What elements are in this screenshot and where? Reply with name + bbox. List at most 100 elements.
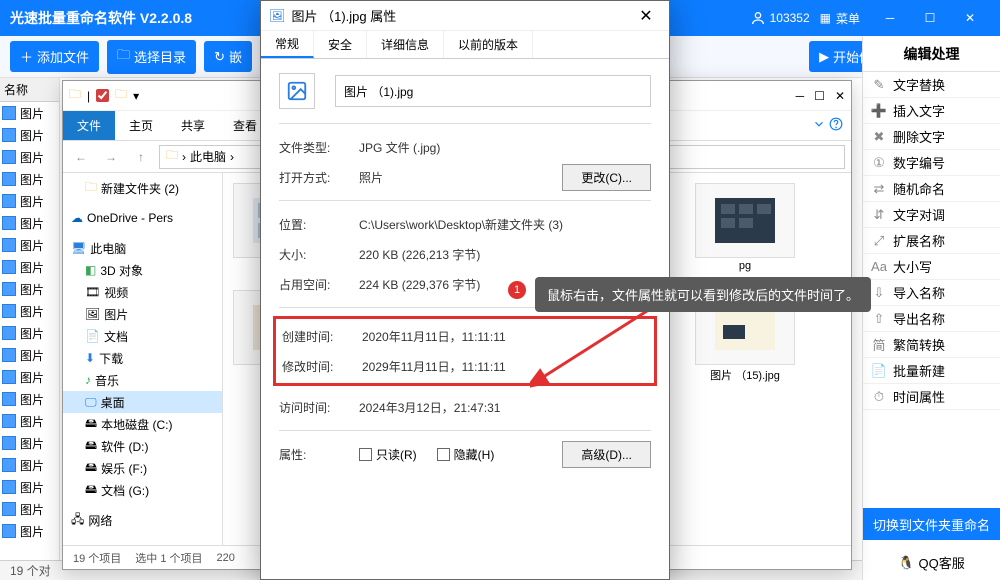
sidebar-item[interactable]: 简繁简转换 (863, 332, 1000, 358)
tab-general[interactable]: 常规 (261, 31, 314, 58)
file-list-row[interactable]: 图片 (0, 102, 59, 124)
sidebar-item[interactable]: ✖删除文字 (863, 124, 1000, 150)
tree-diskg[interactable]: 🖴文档 (G:) (63, 479, 222, 501)
readonly-checkbox[interactable]: 只读(R) (359, 446, 417, 463)
sidebar-item[interactable]: ✎文字替换 (863, 72, 1000, 98)
tree-music[interactable]: ♪音乐 (63, 369, 222, 391)
file-list-row[interactable]: 图片 (0, 278, 59, 300)
explorer-close[interactable]: ✕ (835, 89, 845, 103)
file-icon (2, 194, 16, 208)
file-name-partial: 图片 (20, 105, 44, 122)
tree-diskd[interactable]: 🖴软件 (D:) (63, 435, 222, 457)
file-list-row[interactable]: 图片 (0, 344, 59, 366)
nest-button[interactable]: ↻嵌 (204, 41, 252, 72)
file-list-row[interactable]: 图片 (0, 410, 59, 432)
close-button[interactable]: ✕ (950, 0, 990, 36)
sidebar-item-label: 随机命名 (893, 179, 945, 198)
sidebar-item[interactable]: Aa大小写 (863, 254, 1000, 280)
advanced-button[interactable]: 高级(D)... (562, 441, 651, 468)
file-name-partial: 图片 (20, 215, 44, 232)
sidebar-item[interactable]: ➕插入文字 (863, 98, 1000, 124)
tab-previous[interactable]: 以前的版本 (444, 31, 533, 58)
file-list-row[interactable]: 图片 (0, 124, 59, 146)
file-icon (2, 260, 16, 274)
file-list-row[interactable]: 图片 (0, 322, 59, 344)
switch-mode-button[interactable]: 切换到文件夹重命名 (863, 508, 1000, 540)
tree-thispc[interactable]: 🖥此电脑 (63, 237, 222, 259)
explorer-maximize[interactable]: ☐ (814, 89, 825, 103)
maximize-button[interactable]: ☐ (910, 0, 950, 36)
file-name-partial: 图片 (20, 479, 44, 496)
tree-newfolder[interactable]: 🗀新建文件夹 (2) (63, 177, 222, 199)
ribbon-tab-home[interactable]: 主页 (115, 111, 167, 140)
sidebar-item[interactable]: ①数字编号 (863, 150, 1000, 176)
filename-field[interactable]: 图片 （1).jpg (335, 75, 651, 107)
sidebar-item-label: 删除文字 (893, 127, 945, 146)
file-list-row[interactable]: 图片 (0, 476, 59, 498)
explorer-minimize[interactable]: ─ (796, 89, 805, 103)
minimize-button[interactable]: ─ (870, 0, 910, 36)
ribbon-help-icon[interactable] (812, 117, 851, 134)
sidebar-item[interactable]: ⇵文字对调 (863, 202, 1000, 228)
annotation-tooltip: 鼠标右击，文件属性就可以看到修改后的文件时间了。 (535, 277, 871, 312)
file-list-row[interactable]: 图片 (0, 520, 59, 542)
sidebar-item[interactable]: ⤢扩展名称 (863, 228, 1000, 254)
hidden-checkbox[interactable]: 隐藏(H) (437, 446, 495, 463)
file-list-row[interactable]: 图片 (0, 190, 59, 212)
tree-onedrive[interactable]: ☁ OneDrive - Pers (63, 207, 222, 229)
tab-security[interactable]: 安全 (314, 31, 367, 58)
tree-label: OneDrive - Pers (87, 211, 173, 225)
file-list-row[interactable]: 图片 (0, 146, 59, 168)
file-list-row[interactable]: 图片 (0, 432, 59, 454)
sidebar-item[interactable]: 📄批量新建 (863, 358, 1000, 384)
select-dir-button[interactable]: 🗀选择目录 (107, 40, 196, 74)
props-close-button[interactable]: ✕ (631, 6, 661, 26)
add-file-button[interactable]: ＋添加文件 (10, 41, 99, 72)
column-header-name[interactable]: 名称 (0, 78, 59, 102)
explorer-check[interactable] (96, 89, 109, 102)
sidebar-header: 编辑处理 (863, 36, 1000, 72)
props-body: 图片 （1).jpg 文件类型:JPG 文件 (.jpg) 打开方式:照片更改(… (261, 59, 669, 483)
file-list-row[interactable]: 图片 (0, 388, 59, 410)
file-list-row[interactable]: 图片 (0, 454, 59, 476)
sidebar-item[interactable]: ⇄随机命名 (863, 176, 1000, 202)
qq-service-button[interactable]: 🐧 QQ客服 (863, 553, 1000, 572)
tree-pictures[interactable]: 🖼图片 (63, 303, 222, 325)
sidebar-item[interactable]: ⇧导出名称 (863, 306, 1000, 332)
nav-fwd[interactable]: → (99, 145, 123, 169)
ribbon-tab-share[interactable]: 共享 (167, 111, 219, 140)
tree-docs[interactable]: 📄文档 (63, 325, 222, 347)
menu-button[interactable]: ▦ 菜单 (820, 10, 860, 27)
tree-video[interactable]: 🎞视频 (63, 281, 222, 303)
add-file-label: 添加文件 (37, 47, 89, 66)
file-list-row[interactable]: 图片 (0, 498, 59, 520)
user-info[interactable]: 103352 (750, 10, 810, 26)
change-button[interactable]: 更改(C)... (562, 164, 651, 191)
nav-up[interactable]: ↑ (129, 145, 153, 169)
sidebar-item[interactable]: ⏱时间属性 (863, 384, 1000, 410)
file-list-row[interactable]: 图片 (0, 256, 59, 278)
tree-downloads[interactable]: ⬇下载 (63, 347, 222, 369)
file-list-row[interactable]: 图片 (0, 300, 59, 322)
thumb-item[interactable]: pg (695, 183, 795, 276)
ribbon-tab-file[interactable]: 文件 (63, 111, 115, 140)
file-list-row[interactable]: 图片 (0, 234, 59, 256)
tree-desktop[interactable]: 🖵桌面 (63, 391, 222, 413)
cloud-icon: ☁ (71, 211, 83, 225)
tab-details[interactable]: 详细信息 (367, 31, 444, 58)
tree-3d[interactable]: ◧3D 对象 (63, 259, 222, 281)
file-list-row[interactable]: 图片 (0, 168, 59, 190)
file-list-row[interactable]: 图片 (0, 212, 59, 234)
tree-network[interactable]: 🖧网络 (63, 509, 222, 531)
tree-diskc[interactable]: 🖴本地磁盘 (C:) (63, 413, 222, 435)
tree-diskf[interactable]: 🖴娱乐 (F:) (63, 457, 222, 479)
plus-icon: ＋ (20, 47, 33, 66)
file-name-partial: 图片 (20, 413, 44, 430)
tree-label: 软件 (D:) (101, 438, 148, 455)
file-list-row[interactable]: 图片 (0, 366, 59, 388)
nav-back[interactable]: ← (69, 145, 93, 169)
disk-icon: 🖴 (85, 414, 97, 435)
tree-label: 文档 (104, 328, 128, 345)
sidebar-item[interactable]: ⇩导入名称 (863, 280, 1000, 306)
props-tabs: 常规 安全 详细信息 以前的版本 (261, 31, 669, 59)
